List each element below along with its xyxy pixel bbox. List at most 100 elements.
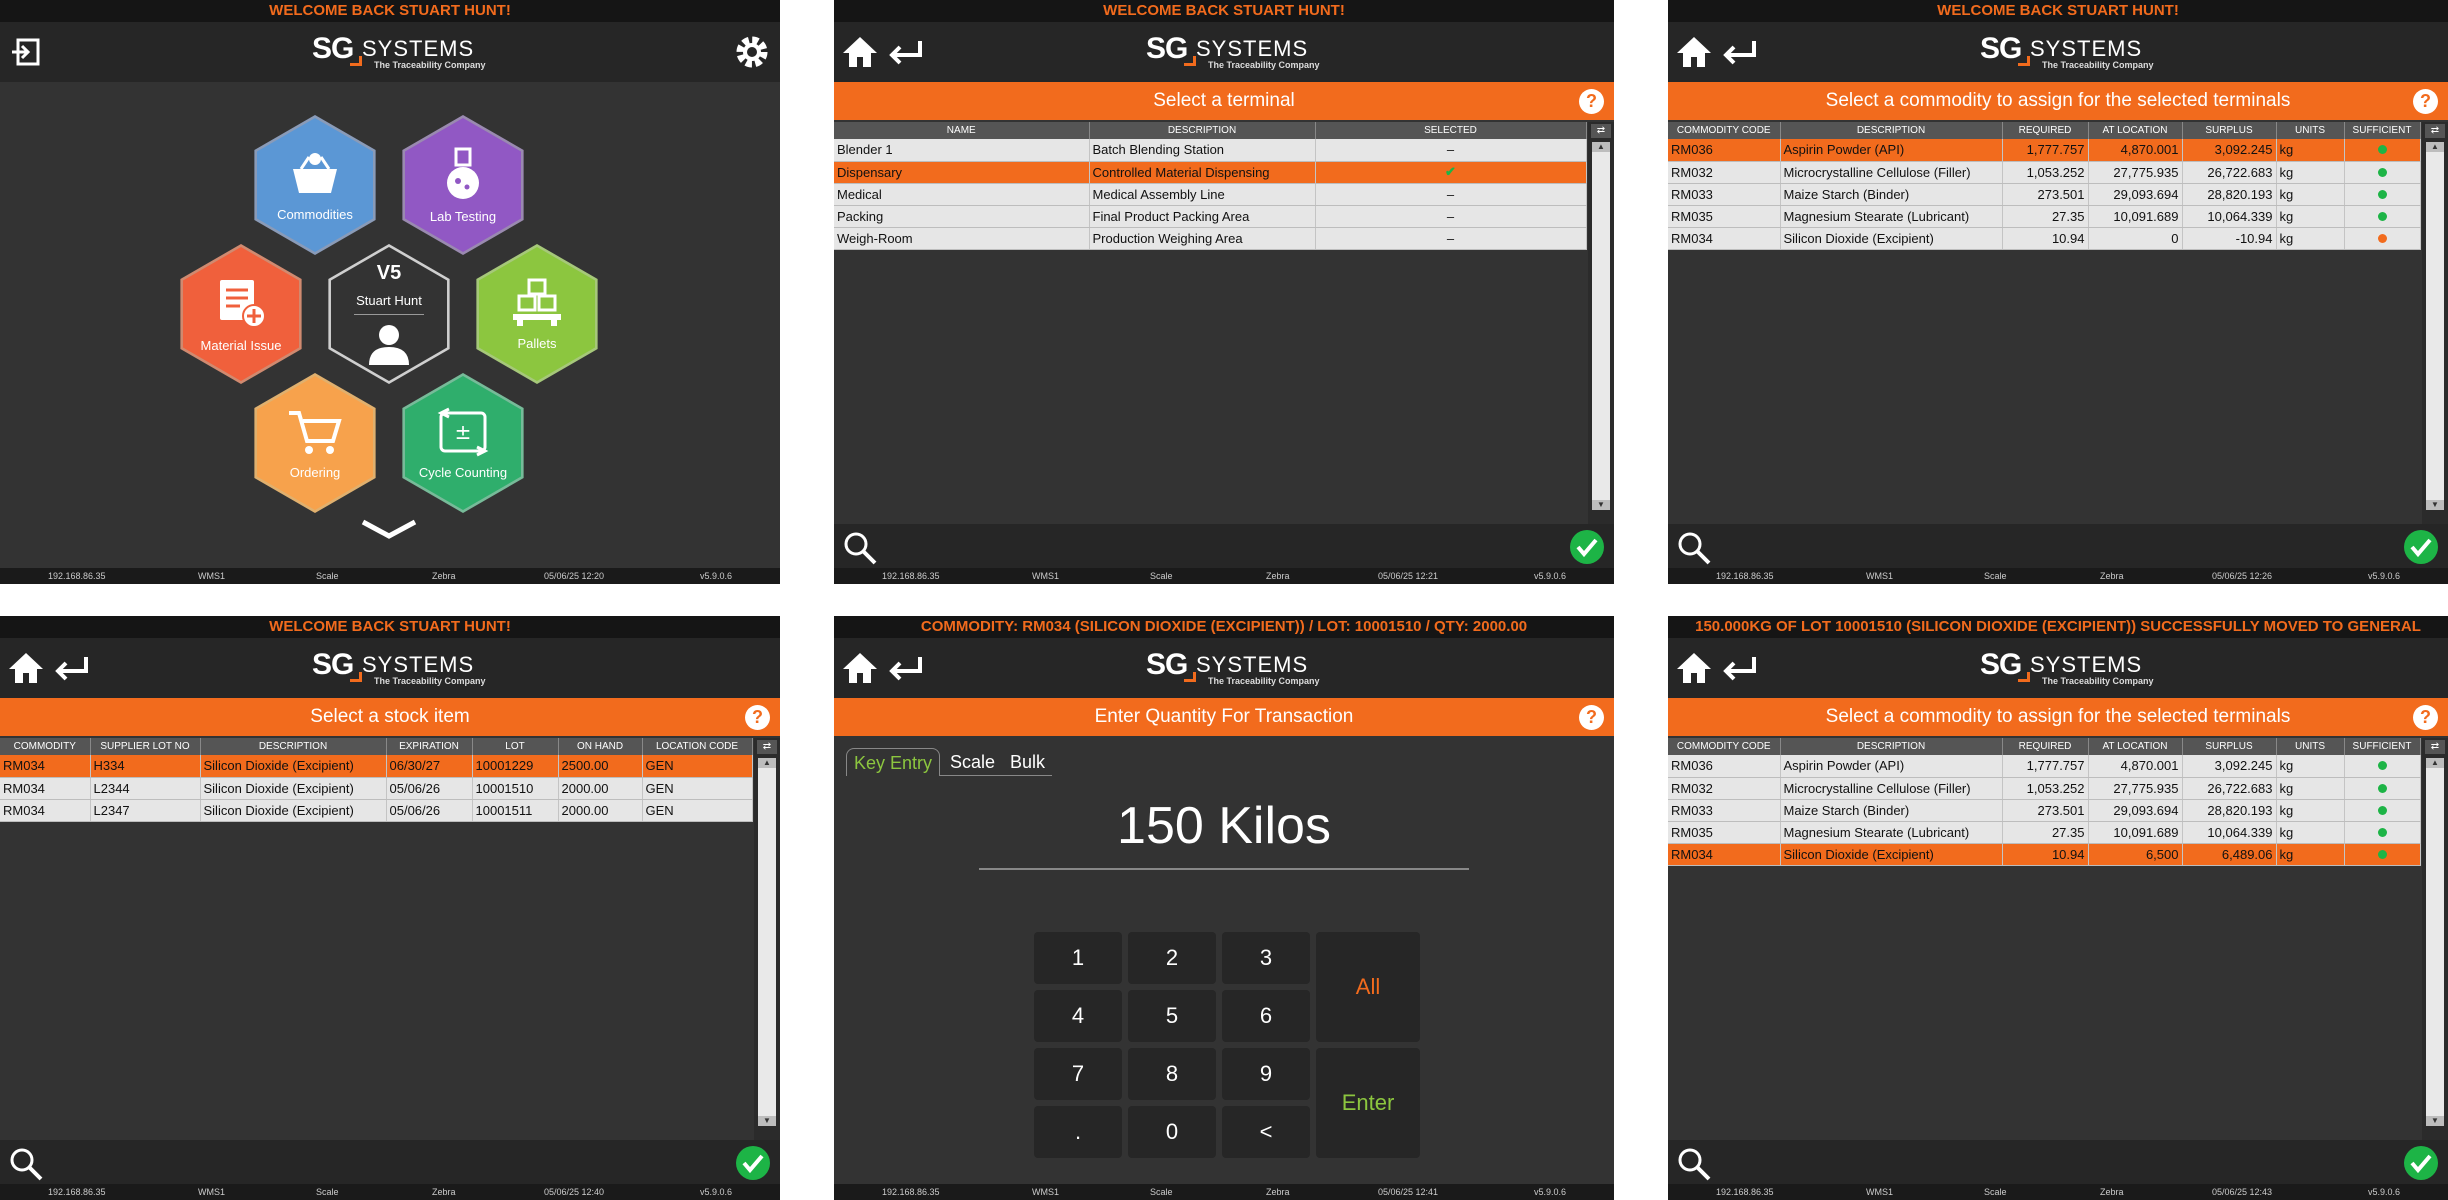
header: SG SYSTEMS The Traceability Company [1668,22,2448,82]
sufficient-indicator [2377,189,2387,199]
confirm-button[interactable] [2404,530,2438,564]
tab-bulk[interactable]: Bulk [1010,748,1045,776]
scroll-down-icon[interactable]: ▼ [2426,1116,2444,1126]
home-icon[interactable] [4,646,48,690]
table-row[interactable]: RM032 Microcrystalline Cellulose (Filler)… [1668,161,2421,184]
terminal-screen: WELCOME BACK STUART HUNT! SG SYSTEMS The… [834,0,1614,584]
key-0[interactable]: 0 [1128,1106,1216,1158]
tab-key-entry[interactable]: Key Entry [846,748,940,776]
scroll-down-icon[interactable]: ▼ [2426,500,2444,510]
table-row[interactable]: RM035 Magnesium Stearate (Lubricant) 27.35… [1668,821,2421,844]
user-tile: V5 Stuart Hunt [328,244,450,384]
table-row[interactable]: RM036 Aspirin Powder (API) 1,777.757 4,870.… [1668,755,2421,778]
enter-button[interactable]: Enter [1316,1048,1420,1158]
home-icon[interactable] [838,30,882,74]
key-6[interactable]: 6 [1222,990,1310,1042]
table-row[interactable]: Dispensary Controlled Material Dispensing… [834,161,1587,184]
ordering-tile[interactable]: Ordering [254,373,376,513]
help-icon[interactable]: ? [1579,89,1604,114]
status-bar: 192.168.86.35 WMS1 Scale Zebra 05/06/25 … [0,1184,780,1200]
confirm-button[interactable] [736,1146,770,1180]
back-icon[interactable] [1718,646,1762,690]
flask-icon [447,147,479,199]
column-config-icon[interactable]: ⇄ [2425,740,2445,754]
key-4[interactable]: 4 [1034,990,1122,1042]
chevron-down-icon[interactable] [359,518,419,540]
column-config-icon[interactable]: ⇄ [1591,124,1611,138]
commodities-tile[interactable]: Commodities [254,115,376,255]
scroll-up-icon[interactable]: ▲ [758,758,776,768]
column-config-icon[interactable]: ⇄ [757,740,777,754]
sg-logo: SG SYSTEMS The Traceability Company [1146,648,1320,686]
key-decimal[interactable]: . [1034,1106,1122,1158]
help-icon[interactable]: ? [2413,705,2438,730]
help-icon[interactable]: ? [1579,705,1604,730]
logout-icon[interactable] [4,30,48,74]
home-icon[interactable] [838,646,882,690]
key-7[interactable]: 7 [1034,1048,1122,1100]
search-icon[interactable] [842,530,878,566]
table-row[interactable]: RM033 Maize Starch (Binder) 273.501 29,093.… [1668,183,2421,206]
scrollbar[interactable]: ⇄ ▲ ▼ [2422,122,2448,524]
table-row[interactable]: Weigh-Room Production Weighing Area – [834,227,1587,250]
key-9[interactable]: 9 [1222,1048,1310,1100]
back-icon[interactable] [1718,30,1762,74]
col-description[interactable]: DESCRIPTION [1089,122,1316,139]
tab-scale[interactable]: Scale [950,748,995,776]
scroll-up-icon[interactable]: ▲ [2426,142,2444,152]
home-icon[interactable] [1672,30,1716,74]
key-8[interactable]: 8 [1128,1048,1216,1100]
search-icon[interactable] [8,1146,44,1182]
search-icon[interactable] [1676,530,1712,566]
pallets-tile[interactable]: Pallets [476,244,598,384]
scrollbar[interactable]: ⇄ ▲ ▼ [2422,738,2448,1140]
back-icon[interactable] [884,646,928,690]
table-row[interactable]: Medical Medical Assembly Line – [834,183,1587,206]
scroll-down-icon[interactable]: ▼ [758,1116,776,1126]
key-backspace[interactable]: < [1222,1106,1310,1158]
col-name[interactable]: NAME [834,122,1090,139]
confirm-button[interactable] [1570,530,1604,564]
col-selected[interactable]: SELECTED [1315,122,1587,139]
gear-icon[interactable] [730,30,774,74]
scroll-up-icon[interactable]: ▲ [1592,142,1610,152]
table-row[interactable]: RM035 Magnesium Stearate (Lubricant) 27.35… [1668,205,2421,228]
scroll-down-icon[interactable]: ▼ [1592,500,1610,510]
key-5[interactable]: 5 [1128,990,1216,1042]
basket-icon [293,152,337,193]
search-icon[interactable] [1676,1146,1712,1182]
stock-screen: WELCOME BACK STUART HUNT! SG SYSTEMS The… [0,616,780,1200]
table-row[interactable]: RM034 L2347 Silicon Dioxide (Excipient) 05/… [0,799,753,822]
scrollbar[interactable]: ⇄ ▲ ▼ [1588,122,1614,524]
key-2[interactable]: 2 [1128,932,1216,984]
scrollbar[interactable]: ⇄ ▲ ▼ [754,738,780,1140]
table-row[interactable]: Blender 1 Batch Blending Station – [834,139,1587,162]
help-icon[interactable]: ? [745,705,770,730]
table-row[interactable]: RM034 Silicon Dioxide (Excipient) 10.94 0 -1… [1668,227,2421,250]
commodity-table: COMMODITY CODE DESCRIPTION REQUIRED AT L… [1668,122,2421,250]
column-config-icon[interactable]: ⇄ [2425,124,2445,138]
table-row[interactable]: RM036 Aspirin Powder (API) 1,777.757 4,870.… [1668,139,2421,162]
scroll-up-icon[interactable]: ▲ [2426,758,2444,768]
table-row[interactable]: RM034 Silicon Dioxide (Excipient) 10.94 6,5… [1668,843,2421,866]
confirm-button[interactable] [2404,1146,2438,1180]
key-1[interactable]: 1 [1034,932,1122,984]
table-row[interactable]: RM034 L2344 Silicon Dioxide (Excipient) 05/… [0,777,753,800]
back-icon[interactable] [50,646,94,690]
material-issue-tile[interactable]: Material Issue [180,244,302,384]
key-3[interactable]: 3 [1222,932,1310,984]
table-row[interactable]: RM032 Microcrystalline Cellulose (Filler)… [1668,777,2421,800]
lab-testing-tile[interactable]: Lab Testing [402,115,524,255]
table-row[interactable]: RM033 Maize Starch (Binder) 273.501 29,093.… [1668,799,2421,822]
help-icon[interactable]: ? [2413,89,2438,114]
cycle-counting-tile[interactable]: ± Cycle Counting [402,373,524,513]
insufficient-indicator [2377,233,2387,243]
home-icon[interactable] [1672,646,1716,690]
sufficient-indicator [2377,211,2387,221]
table-row[interactable]: RM034 H334 Silicon Dioxide (Excipient) 06/3… [0,755,753,778]
back-icon[interactable] [884,30,928,74]
table-row[interactable]: Packing Final Product Packing Area – [834,205,1587,228]
header: SG SYSTEMS The Traceability Company [834,638,1614,698]
welcome-banner: WELCOME BACK STUART HUNT! [0,616,780,638]
all-button[interactable]: All [1316,932,1420,1042]
